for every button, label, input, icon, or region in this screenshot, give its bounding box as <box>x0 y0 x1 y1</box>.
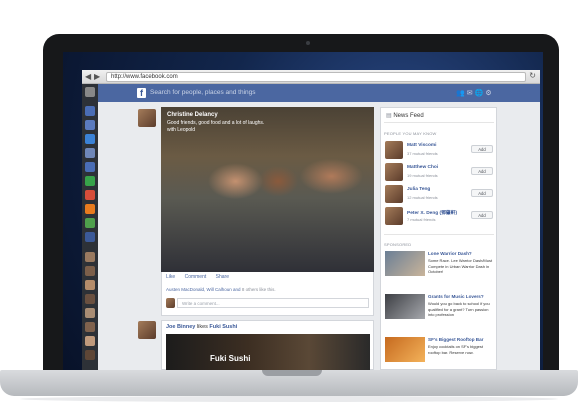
settings-icon[interactable]: ⚙ <box>485 90 493 97</box>
friend-avatar[interactable] <box>85 266 95 276</box>
friend-avatar[interactable] <box>85 336 95 346</box>
ad-text: Enjoy cocktails on SF's biggest rooftop … <box>428 344 484 355</box>
laptop-notch <box>262 370 322 376</box>
divider <box>384 234 494 235</box>
avatar[interactable] <box>385 163 403 181</box>
events-icon[interactable] <box>85 134 95 144</box>
ad-image[interactable] <box>385 251 425 276</box>
post-author[interactable]: Christine Delancy <box>167 112 218 118</box>
add-label: Add <box>478 213 486 218</box>
avatar[interactable] <box>138 321 156 339</box>
mutual-friends[interactable]: 7 mutual friends <box>407 217 435 222</box>
apps-icon[interactable] <box>85 162 95 172</box>
forward-arrow-icon[interactable]: ▶ <box>94 72 100 81</box>
person-name[interactable]: Matthew Choi <box>407 165 438 170</box>
add-friend-button[interactable]: Add <box>471 211 493 219</box>
ad-text: Some Race. Lee Warrior Dash/Must Compete… <box>428 258 493 275</box>
friend-avatar[interactable] <box>85 308 95 318</box>
page-link[interactable]: Fuki Sushi <box>209 324 237 330</box>
avatar[interactable] <box>138 109 156 127</box>
news-feed-header: ▤ News Feed <box>386 112 424 119</box>
news-feed-title[interactable]: News Feed <box>393 113 423 119</box>
photos-icon[interactable] <box>85 148 95 158</box>
post-photo[interactable] <box>166 334 370 370</box>
friend-avatar[interactable] <box>85 294 95 304</box>
likers-link[interactable]: Austen MacDonald, Will Calhoun and <box>166 287 241 292</box>
avatar[interactable] <box>385 141 403 159</box>
add-friend-button[interactable]: Add <box>471 189 493 197</box>
post-actions: Like Comment Share <box>166 274 237 280</box>
add-friend-button[interactable]: Add <box>471 167 493 175</box>
ad-text: Would you go back to school if you quali… <box>428 301 490 318</box>
notifications-icon[interactable]: 🌐 <box>475 90 486 97</box>
facebook-logo[interactable]: f <box>137 88 146 98</box>
post-message: Good friends, good food and a lot of lau… <box>167 120 265 126</box>
messages-icon[interactable]: ✉ <box>467 90 475 97</box>
likes-count[interactable]: 8 others like this. <box>242 287 276 292</box>
photo-caption: Fuki Sushi <box>210 354 251 363</box>
reload-icon[interactable]: ↻ <box>529 71 536 80</box>
laptop-shadow <box>20 396 558 402</box>
news-feed-icon[interactable] <box>85 106 95 116</box>
search-input[interactable]: Search for people, places and things <box>150 89 256 96</box>
comment-input[interactable]: Write a comment... <box>177 298 369 308</box>
friend-avatar[interactable] <box>85 322 95 332</box>
header-icons: 👥✉🌐⚙ <box>456 89 494 97</box>
back-arrow-icon[interactable]: ◀ <box>85 72 91 81</box>
post-author[interactable]: Joe Binney <box>166 324 195 330</box>
avatar[interactable] <box>85 87 95 97</box>
mutual-friends[interactable]: 12 mutual friends <box>407 195 438 200</box>
sponsored-title: SPONSORED <box>384 242 412 247</box>
camera-icon <box>306 41 310 45</box>
comment-button[interactable]: Comment <box>185 274 207 280</box>
post-text: Good friends, good food and a lot of lau… <box>167 120 307 134</box>
post-tags[interactable]: with Leopold <box>167 127 307 134</box>
browser-toolbar: ◀ ▶ http://www.facebook.com ↻ <box>82 70 540 84</box>
post-verb: likes <box>196 324 208 330</box>
left-sidebar <box>82 84 98 370</box>
add-label: Add <box>478 191 486 196</box>
avatar[interactable] <box>385 185 403 203</box>
avatar[interactable] <box>385 207 403 225</box>
person-name[interactable]: Julia Teng <box>407 187 430 192</box>
pymk-title: PEOPLE YOU MAY KNOW <box>384 131 437 136</box>
add-friend-button[interactable]: Add <box>471 145 493 153</box>
ad-image[interactable] <box>385 294 425 319</box>
friend-avatar[interactable] <box>85 350 95 360</box>
mutual-friends[interactable]: 19 mutual friends <box>407 173 438 178</box>
ad-title[interactable]: Grants for Music Lovers? <box>428 294 484 299</box>
person-name[interactable]: Matt Viscomi <box>407 143 437 148</box>
friend-requests-icon[interactable]: 👥 <box>456 90 467 97</box>
ad-title[interactable]: SF's Biggest Rooftop Bar <box>428 337 483 342</box>
messages-icon[interactable] <box>85 120 95 130</box>
share-button[interactable]: Share <box>216 274 229 280</box>
games-icon[interactable] <box>85 176 95 186</box>
friends-icon[interactable] <box>85 232 95 242</box>
news-feed-icon: ▤ <box>386 113 392 119</box>
groups-icon[interactable] <box>85 204 95 214</box>
mutual-friends[interactable]: 37 mutual friends <box>407 151 438 156</box>
likes-summary: Austen MacDonald, Will Calhoun and 8 oth… <box>166 287 276 292</box>
ad-title[interactable]: Lone Warrior Dash? <box>428 251 472 256</box>
add-label: Add <box>478 169 486 174</box>
address-bar[interactable]: http://www.facebook.com <box>106 72 526 82</box>
divider <box>384 122 494 123</box>
music-icon[interactable] <box>85 190 95 200</box>
ad-image[interactable] <box>385 337 425 362</box>
laptop: ◀ ▶ http://www.facebook.com ↻ f Search f… <box>0 0 578 413</box>
avatar <box>166 298 175 308</box>
pages-icon[interactable] <box>85 218 95 228</box>
friend-avatar[interactable] <box>85 252 95 262</box>
friend-avatar[interactable] <box>85 280 95 290</box>
person-name[interactable]: Peter X. Deng (鄧肇軒) <box>407 209 457 216</box>
add-label: Add <box>478 147 486 152</box>
post-header: Joe Binney likes Fuki Sushi <box>166 324 237 330</box>
like-button[interactable]: Like <box>166 274 175 280</box>
